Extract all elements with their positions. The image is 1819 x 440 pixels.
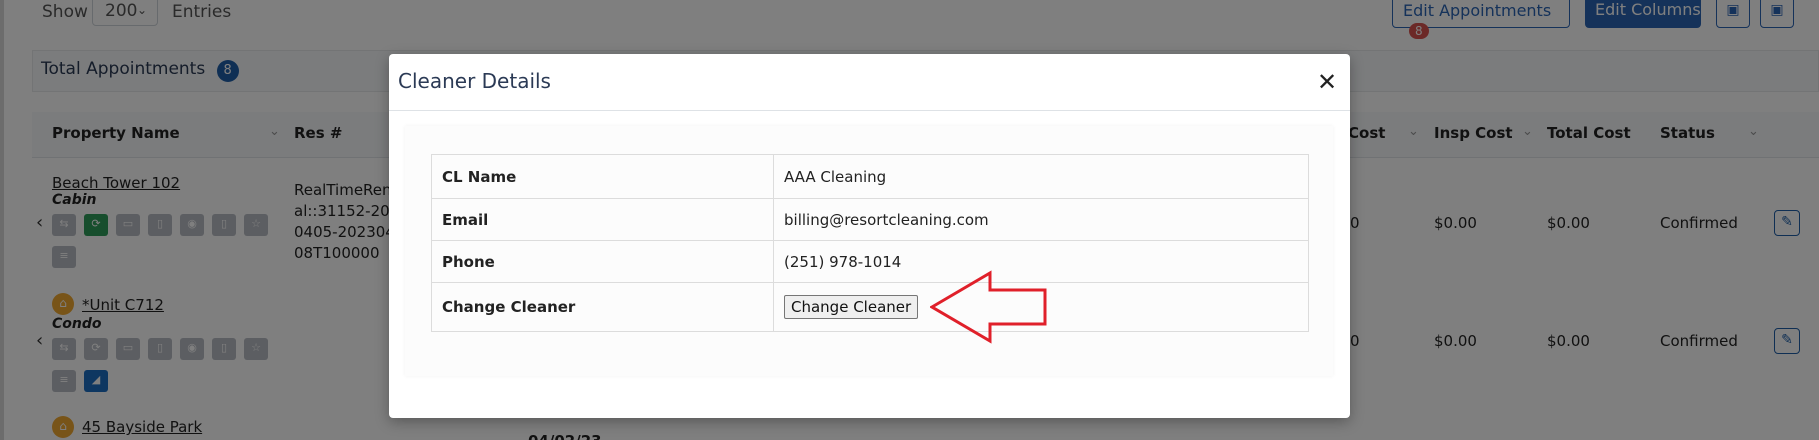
close-icon[interactable]: ✕	[1314, 70, 1340, 96]
detail-row-phone: Phone (251) 978-1014	[431, 240, 1309, 283]
modal-title: Cleaner Details	[398, 69, 551, 93]
cleaner-details-table: CL Name AAA Cleaning Email billing@resor…	[431, 154, 1309, 332]
detail-row-change-cleaner: Change Cleaner Change Cleaner	[431, 282, 1309, 332]
cl-name-value: AAA Cleaning	[773, 154, 1309, 199]
email-label: Email	[431, 198, 774, 241]
cl-name-label: CL Name	[431, 154, 774, 199]
cleaner-details-modal: Cleaner Details ✕ CL Name AAA Cleaning E…	[389, 54, 1350, 418]
change-cleaner-label: Change Cleaner	[431, 282, 774, 332]
detail-row-name: CL Name AAA Cleaning	[431, 154, 1309, 199]
detail-row-email: Email billing@resortcleaning.com	[431, 198, 1309, 241]
email-value: billing@resortcleaning.com	[773, 198, 1309, 241]
red-arrow-left-icon	[930, 270, 1047, 344]
change-cleaner-button[interactable]: Change Cleaner	[784, 295, 919, 319]
phone-label: Phone	[431, 240, 774, 283]
modal-header: Cleaner Details ✕	[389, 54, 1350, 111]
